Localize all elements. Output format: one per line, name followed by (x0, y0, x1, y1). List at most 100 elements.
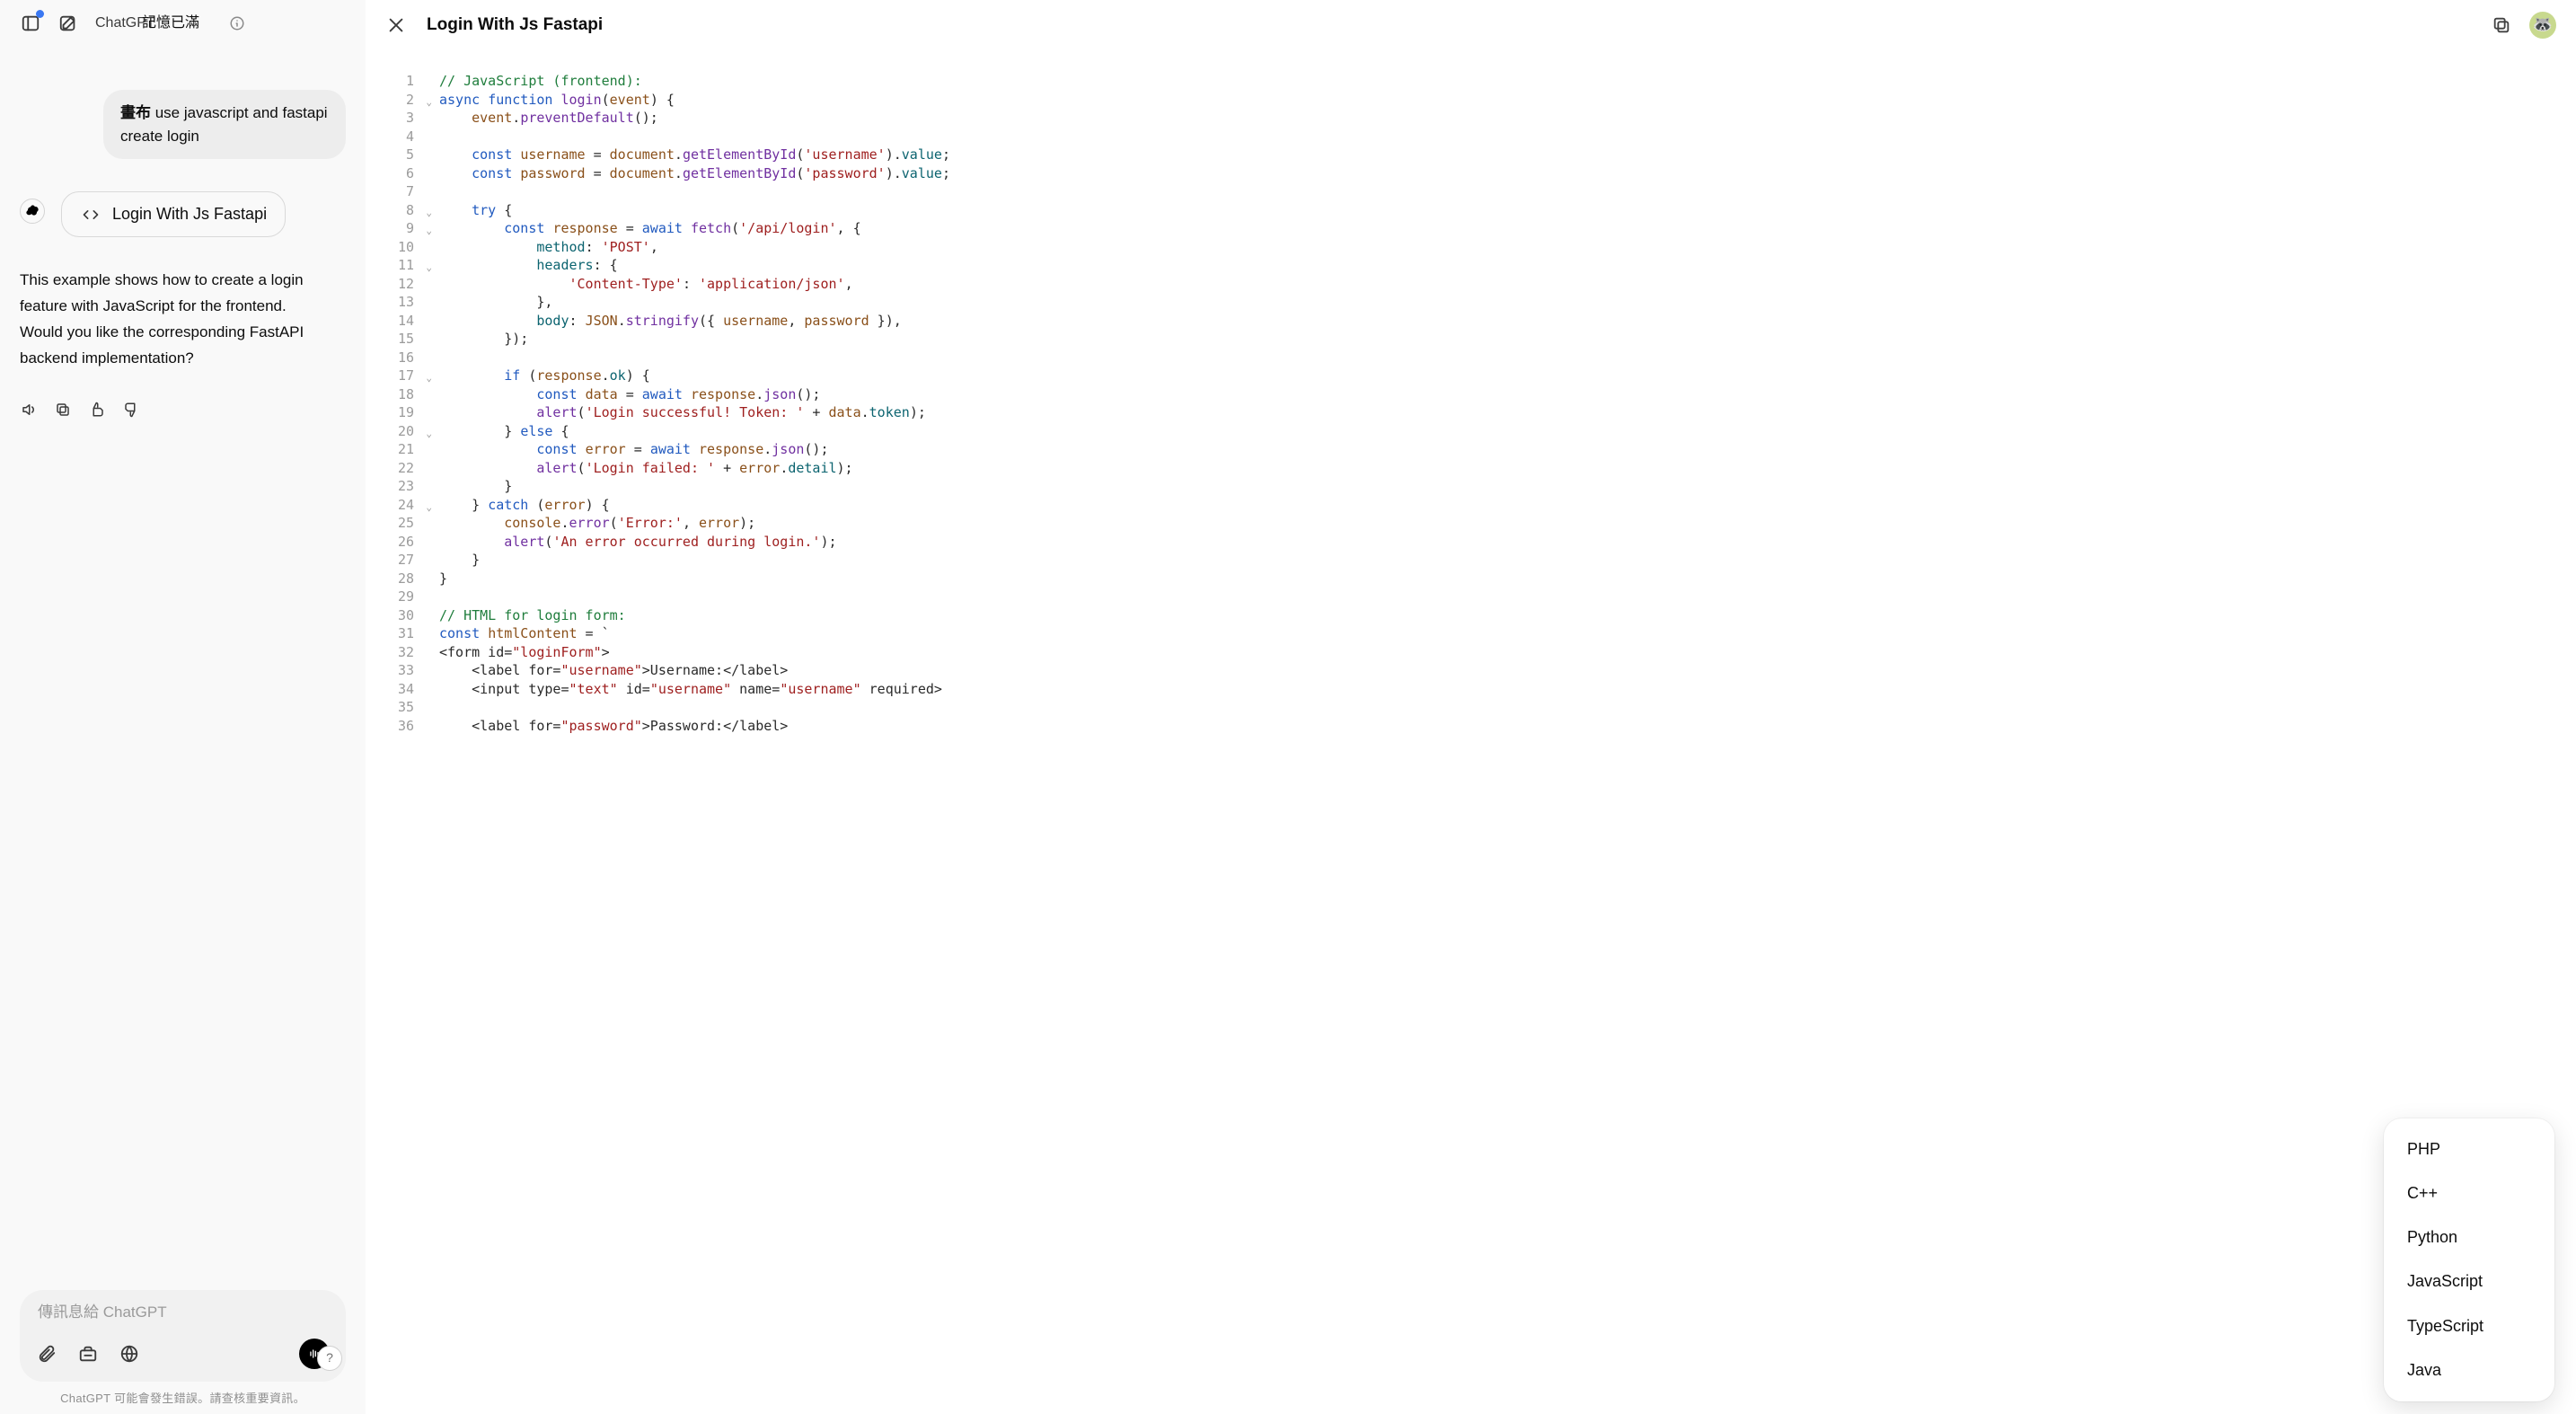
fold-chevron-icon[interactable]: ⌄ (426, 222, 432, 241)
line-number: 19 (366, 403, 419, 422)
thumbs-down-icon[interactable] (122, 401, 140, 419)
new-chat-icon[interactable] (57, 13, 79, 34)
line-number: 9⌄ (366, 219, 419, 238)
line-number: 3 (366, 109, 419, 128)
code-line[interactable]: } else { (439, 422, 950, 441)
fold-chevron-icon[interactable]: ⌄ (426, 93, 432, 112)
code-line[interactable]: } (439, 570, 950, 588)
read-aloud-icon[interactable] (20, 401, 38, 419)
disclaimer: ChatGPT 可能會發生錯誤。請查核重要資訊。 (20, 1391, 346, 1407)
code-line[interactable]: <input type="text" id="username" name="u… (439, 680, 950, 699)
code-icon (80, 204, 101, 225)
code-line[interactable]: body: JSON.stringify({ username, passwor… (439, 312, 950, 331)
attach-icon[interactable] (36, 1343, 57, 1365)
toggle-sidebar-icon[interactable] (20, 13, 41, 34)
code-line[interactable]: const password = document.getElementById… (439, 164, 950, 183)
line-number: 34 (366, 680, 419, 699)
code-line[interactable]: alert('An error occurred during login.')… (439, 533, 950, 552)
assistant-text: This example shows how to create a login… (20, 268, 325, 372)
code-content[interactable]: // JavaScript (frontend):async function … (419, 72, 950, 1392)
code-line[interactable]: const response = await fetch('/api/login… (439, 219, 950, 238)
code-line[interactable]: console.error('Error:', error); (439, 514, 950, 533)
code-line[interactable]: }); (439, 330, 950, 349)
fold-chevron-icon[interactable]: ⌄ (426, 499, 432, 517)
code-line[interactable]: const error = await response.json(); (439, 440, 950, 459)
brand-area[interactable]: ChatGPT 記憶已滿 (95, 13, 245, 33)
line-number: 25 (366, 514, 419, 533)
code-line[interactable]: event.preventDefault(); (439, 109, 950, 128)
user-avatar[interactable]: 🦝 (2529, 12, 2556, 39)
code-line[interactable]: 'Content-Type': 'application/json', (439, 275, 950, 294)
copy-canvas-icon[interactable] (2492, 15, 2511, 35)
line-number: 33 (366, 661, 419, 680)
close-canvas-icon[interactable] (385, 14, 407, 36)
code-line[interactable]: method: 'POST', (439, 238, 950, 257)
line-number: 28 (366, 570, 419, 588)
code-line[interactable]: }, (439, 293, 950, 312)
language-menu-item[interactable]: Java (2384, 1348, 2554, 1392)
code-line[interactable]: // HTML for login form: (439, 606, 950, 625)
line-number: 16 (366, 349, 419, 367)
canvas-card[interactable]: Login With Js Fastapi (61, 191, 286, 237)
fold-chevron-icon[interactable]: ⌄ (426, 259, 432, 278)
line-number: 4 (366, 128, 419, 146)
code-line[interactable]: alert('Login failed: ' + error.detail); (439, 459, 950, 478)
copy-icon[interactable] (54, 401, 72, 419)
line-number: 36 (366, 717, 419, 736)
code-line[interactable]: <label for="password">Password:</label> (439, 717, 950, 736)
code-line[interactable]: } (439, 551, 950, 570)
line-number: 31 (366, 624, 419, 643)
code-line[interactable]: const username = document.getElementById… (439, 146, 950, 164)
code-line[interactable]: } (439, 477, 950, 496)
web-icon[interactable] (119, 1343, 140, 1365)
help-button[interactable]: ? (317, 1346, 342, 1371)
code-line[interactable]: // JavaScript (frontend): (439, 72, 950, 91)
tools-icon[interactable] (77, 1343, 99, 1365)
language-menu-item[interactable]: C++ (2384, 1171, 2554, 1215)
fold-chevron-icon[interactable]: ⌄ (426, 204, 432, 223)
code-line[interactable]: const htmlContent = ` (439, 624, 950, 643)
line-number: 30 (366, 606, 419, 625)
fold-chevron-icon[interactable]: ⌄ (426, 369, 432, 388)
language-menu-item[interactable]: TypeScript (2384, 1304, 2554, 1348)
code-line[interactable]: <form id="loginForm"> (439, 643, 950, 662)
fold-chevron-icon[interactable]: ⌄ (426, 425, 432, 444)
code-line[interactable]: <label for="username">Username:</label> (439, 661, 950, 680)
code-line[interactable] (439, 349, 950, 367)
info-icon[interactable] (229, 15, 245, 31)
line-number: 22 (366, 459, 419, 478)
user-message: 畫布 use javascript and fastapi create log… (103, 90, 346, 159)
code-line[interactable]: try { (439, 201, 950, 220)
line-number: 26 (366, 533, 419, 552)
line-number: 18 (366, 385, 419, 404)
language-menu-item[interactable]: Python (2384, 1215, 2554, 1259)
line-number: 23 (366, 477, 419, 496)
line-number: 29 (366, 588, 419, 606)
line-number: 14 (366, 312, 419, 331)
line-number: 24⌄ (366, 496, 419, 515)
canvas-card-label: Login With Js Fastapi (112, 203, 267, 225)
code-line[interactable] (439, 698, 950, 717)
chat-sidebar: ChatGPT 記憶已滿 畫布 use javascript and fasta… (0, 0, 366, 1414)
code-editor[interactable]: 12⌄345678⌄9⌄1011⌄121314151617⌄181920⌄212… (366, 50, 2576, 1414)
line-number: 2⌄ (366, 91, 419, 110)
line-number: 21 (366, 440, 419, 459)
composer-input[interactable] (36, 1303, 330, 1322)
code-line[interactable]: alert('Login successful! Token: ' + data… (439, 403, 950, 422)
code-line[interactable]: async function login(event) { (439, 91, 950, 110)
code-line[interactable]: } catch (error) { (439, 496, 950, 515)
code-line[interactable] (439, 588, 950, 606)
code-line[interactable]: if (response.ok) { (439, 367, 950, 385)
composer[interactable] (20, 1290, 346, 1381)
code-line[interactable]: const data = await response.json(); (439, 385, 950, 404)
language-menu-item[interactable]: PHP (2384, 1127, 2554, 1171)
language-menu-item[interactable]: JavaScript (2384, 1259, 2554, 1304)
line-gutter: 12⌄345678⌄9⌄1011⌄121314151617⌄181920⌄212… (366, 72, 419, 1392)
code-line[interactable] (439, 182, 950, 201)
thumbs-up-icon[interactable] (88, 401, 106, 419)
code-line[interactable]: headers: { (439, 256, 950, 275)
code-line[interactable] (439, 128, 950, 146)
line-number: 1 (366, 72, 419, 91)
line-number: 27 (366, 551, 419, 570)
assistant-message: Login With Js Fastapi (20, 191, 346, 237)
